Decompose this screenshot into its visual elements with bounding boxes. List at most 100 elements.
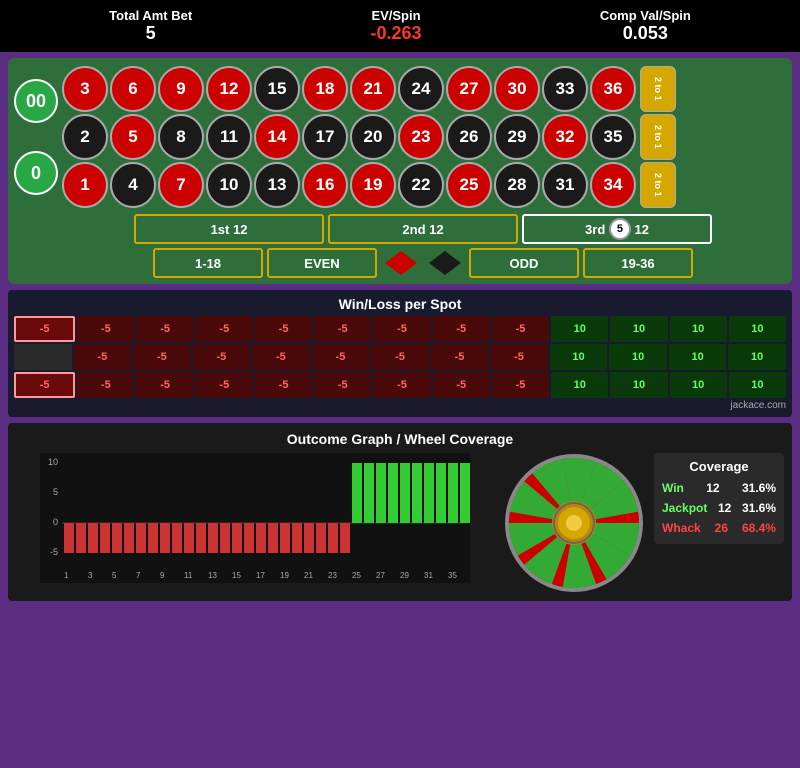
wl-cell[interactable]: -5 [492, 316, 549, 342]
num-21[interactable]: 21 [350, 66, 396, 112]
num-4[interactable]: 4 [110, 162, 156, 208]
wl-cell[interactable]: -5 [433, 316, 490, 342]
num-2[interactable]: 2 [62, 114, 108, 160]
wl-cell[interactable]: 10 [551, 316, 608, 342]
black-diamond[interactable] [425, 248, 465, 278]
ev-spin-label: EV/Spin [370, 8, 421, 23]
odd-button[interactable]: ODD [469, 248, 579, 278]
wl-cell[interactable]: -5 [14, 316, 75, 342]
wl-cell[interactable]: 10 [670, 316, 727, 342]
coverage-whack-row: Whack 26 68.4% [660, 518, 778, 538]
total-amt-bet-label: Total Amt Bet [109, 8, 192, 23]
wl-cell[interactable]: -5 [133, 344, 191, 370]
wl-cell[interactable]: 10 [670, 372, 727, 398]
wl-cell[interactable]: 10 [669, 344, 727, 370]
num-23[interactable]: 23 [398, 114, 444, 160]
wl-cell[interactable]: -5 [433, 372, 490, 398]
wl-cell[interactable]: -5 [373, 316, 430, 342]
num-6[interactable]: 6 [110, 66, 156, 112]
num-24[interactable]: 24 [398, 66, 444, 112]
num-18[interactable]: 18 [302, 66, 348, 112]
two-to-one-mid[interactable]: 2 to 1 [640, 114, 676, 160]
double-zero[interactable]: 00 [14, 79, 58, 123]
num-13[interactable]: 13 [254, 162, 300, 208]
num-16[interactable]: 16 [302, 162, 348, 208]
two-to-one-top[interactable]: 2 to 1 [640, 66, 676, 112]
num-3[interactable]: 3 [62, 66, 108, 112]
svg-text:15: 15 [232, 571, 241, 580]
wl-cell[interactable]: -5 [431, 344, 489, 370]
num-29[interactable]: 29 [494, 114, 540, 160]
num-34[interactable]: 34 [590, 162, 636, 208]
wl-cell[interactable]: 10 [728, 344, 786, 370]
num-9[interactable]: 9 [158, 66, 204, 112]
wl-cell[interactable] [14, 344, 72, 370]
wl-cell[interactable]: -5 [14, 372, 75, 398]
wl-cell[interactable]: -5 [74, 344, 132, 370]
num-26[interactable]: 26 [446, 114, 492, 160]
wl-cell[interactable]: 10 [609, 344, 667, 370]
stats-bar: Total Amt Bet 5 EV/Spin -0.263 Comp Val/… [0, 0, 800, 52]
num-19[interactable]: 19 [350, 162, 396, 208]
num-8[interactable]: 8 [158, 114, 204, 160]
num-28[interactable]: 28 [494, 162, 540, 208]
wl-cell[interactable]: -5 [255, 316, 312, 342]
num-33[interactable]: 33 [542, 66, 588, 112]
num-25[interactable]: 25 [446, 162, 492, 208]
num-11[interactable]: 11 [206, 114, 252, 160]
wl-cell[interactable]: 10 [610, 316, 667, 342]
wl-cell[interactable]: 10 [550, 344, 608, 370]
num-10[interactable]: 10 [206, 162, 252, 208]
num-27[interactable]: 27 [446, 66, 492, 112]
num-36[interactable]: 36 [590, 66, 636, 112]
num-35[interactable]: 35 [590, 114, 636, 160]
third-dozen-button[interactable]: 3rd 5 12 [522, 214, 712, 244]
num-32[interactable]: 32 [542, 114, 588, 160]
second-dozen-button[interactable]: 2nd 12 [328, 214, 518, 244]
wl-cell[interactable]: -5 [252, 344, 310, 370]
num-20[interactable]: 20 [350, 114, 396, 160]
num-22[interactable]: 22 [398, 162, 444, 208]
wl-cell[interactable]: -5 [492, 372, 549, 398]
wl-cell[interactable]: -5 [196, 372, 253, 398]
outcome-content: 10 5 0 -5 [16, 453, 784, 593]
whack-pct: 68.4% [742, 521, 776, 535]
num-14[interactable]: 14 [254, 114, 300, 160]
wl-cell[interactable]: -5 [314, 316, 371, 342]
red-diamond[interactable] [381, 248, 421, 278]
wl-cell[interactable]: -5 [77, 372, 134, 398]
num-7[interactable]: 7 [158, 162, 204, 208]
first-dozen-button[interactable]: 1st 12 [134, 214, 324, 244]
wl-cell[interactable]: 10 [729, 316, 786, 342]
wl-cell[interactable]: -5 [490, 344, 548, 370]
wl-cell[interactable]: -5 [373, 372, 430, 398]
wl-cell[interactable]: -5 [255, 372, 312, 398]
even-button[interactable]: EVEN [267, 248, 377, 278]
wl-cell[interactable]: -5 [136, 372, 193, 398]
single-zero[interactable]: 0 [14, 151, 58, 195]
one-to-eighteen-button[interactable]: 1-18 [153, 248, 263, 278]
jackpot-label: Jackpot [662, 501, 707, 515]
svg-text:13: 13 [208, 571, 217, 580]
nineteen-to-36-button[interactable]: 19-36 [583, 248, 693, 278]
num-31[interactable]: 31 [542, 162, 588, 208]
svg-text:17: 17 [256, 571, 265, 580]
two-to-one-bot[interactable]: 2 to 1 [640, 162, 676, 208]
num-5[interactable]: 5 [110, 114, 156, 160]
wl-cell[interactable]: 10 [610, 372, 667, 398]
wl-cell[interactable]: -5 [314, 372, 371, 398]
wl-cell[interactable]: 10 [551, 372, 608, 398]
wl-cell[interactable]: -5 [136, 316, 193, 342]
wl-cell[interactable]: -5 [193, 344, 251, 370]
wl-cell[interactable]: 10 [729, 372, 786, 398]
wl-cell[interactable]: -5 [312, 344, 370, 370]
num-12[interactable]: 12 [206, 66, 252, 112]
wl-cell[interactable]: -5 [196, 316, 253, 342]
num-15[interactable]: 15 [254, 66, 300, 112]
num-17[interactable]: 17 [302, 114, 348, 160]
wl-cell[interactable]: -5 [371, 344, 429, 370]
wl-cell[interactable]: -5 [77, 316, 134, 342]
num-1[interactable]: 1 [62, 162, 108, 208]
num-30[interactable]: 30 [494, 66, 540, 112]
svg-text:0: 0 [53, 517, 58, 527]
